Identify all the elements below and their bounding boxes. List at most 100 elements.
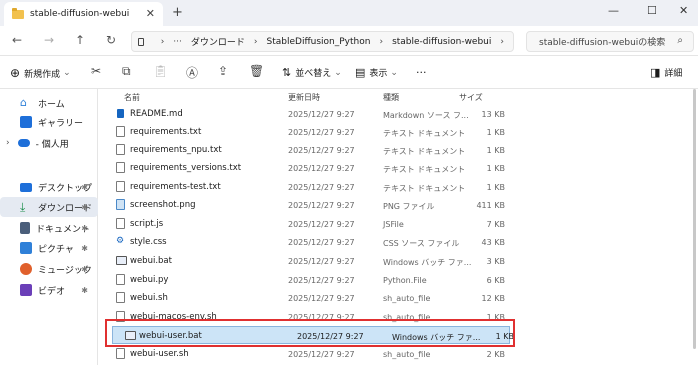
- file-type: PNG ファイル: [383, 202, 435, 211]
- plus-circle-icon: ⊕: [10, 66, 21, 80]
- cut-icon[interactable]: ✂: [91, 64, 101, 78]
- folder-icon: [12, 7, 24, 19]
- close-window-button[interactable]: ✕: [679, 4, 688, 17]
- chevron-down-icon: ⌄: [390, 67, 398, 78]
- view-button[interactable]: ▤ 表示 ⌄: [355, 66, 398, 79]
- this-pc-icon: [138, 37, 144, 46]
- title-bar: stable-diffusion-webui ✕ + — ☐ ✕: [0, 0, 698, 26]
- breadcrumb-separator: ›: [500, 36, 504, 47]
- breadcrumb[interactable]: › ··· ダウンロード › StableDiffusion_Python › …: [131, 31, 514, 52]
- batch-file-icon: [116, 256, 127, 265]
- desktop-icon: [20, 182, 32, 192]
- breadcrumb-item-stable-diffusion-webui[interactable]: stable-diffusion-webui: [392, 37, 491, 47]
- sidebar-item-documents[interactable]: ドキュメント ✱: [0, 218, 98, 238]
- search-box[interactable]: stable-diffusion-webuiの検索 ⌕: [526, 31, 694, 52]
- download-icon: ⤓: [20, 200, 26, 214]
- column-header-date[interactable]: 更新日時: [288, 92, 320, 106]
- column-header-size[interactable]: サイズ: [459, 92, 483, 106]
- tab-stable-diffusion-webui[interactable]: stable-diffusion-webui ✕: [4, 2, 163, 26]
- expand-icon[interactable]: ›: [6, 138, 10, 148]
- sidebar-item-desktop[interactable]: デスクトップ ✱: [0, 177, 98, 197]
- file-date: 2025/12/27 9:27: [288, 294, 355, 303]
- pin-icon[interactable]: ✱: [81, 244, 88, 253]
- file-row[interactable]: requirements.txt 2025/12/27 9:27 テキスト ドキュメ…: [104, 123, 524, 141]
- file-size: 1 KB: [486, 146, 505, 155]
- address-bar: ← → ↑ ↻ › ··· ダウンロード › StableDiffusion_P…: [0, 26, 698, 56]
- pin-icon[interactable]: ✱: [81, 203, 88, 212]
- file-size: 12 KB: [481, 294, 505, 303]
- forward-button[interactable]: →: [44, 33, 54, 47]
- new-button[interactable]: ⊕ 新規作成 ⌄: [10, 66, 71, 80]
- tab-close-button[interactable]: ✕: [146, 7, 155, 20]
- file-type: JSFile: [383, 220, 404, 229]
- rename-icon[interactable]: Ⓐ: [186, 64, 198, 81]
- more-options-button[interactable]: ···: [416, 66, 427, 79]
- file-type: Python.File: [383, 276, 427, 285]
- sidebar-item-home[interactable]: ⌂ ホーム: [0, 93, 98, 113]
- sidebar-item-label: ギャラリー: [38, 118, 84, 129]
- file-size: 2 KB: [486, 350, 505, 359]
- pin-icon[interactable]: ✱: [81, 224, 88, 233]
- gallery-icon: [20, 116, 32, 128]
- file-row[interactable]: webui.sh 2025/12/27 9:27 sh_auto_file 12 KB: [104, 289, 524, 307]
- paste-icon[interactable]: 📋︎: [153, 64, 168, 78]
- file-row[interactable]: requirements-test.txt 2025/12/27 9:27 テキスト…: [104, 178, 524, 196]
- up-button[interactable]: ↑: [75, 33, 85, 47]
- file-date: 2025/12/27 9:27: [288, 220, 355, 229]
- new-button-label: 新規作成: [24, 69, 61, 80]
- maximize-button[interactable]: ☐: [647, 4, 657, 17]
- sort-button[interactable]: ⇅ 並べ替え ⌄: [282, 66, 342, 79]
- sidebar-item-music[interactable]: ミュージック ✱: [0, 259, 98, 279]
- file-name: screenshot.png: [130, 200, 196, 210]
- column-header-name[interactable]: 名前: [124, 92, 140, 106]
- sidebar-item-label: ピクチャ: [38, 244, 74, 255]
- file-row[interactable]: webui-user.sh 2025/12/27 9:27 sh_auto_file…: [104, 345, 524, 363]
- breadcrumb-item-downloads[interactable]: ダウンロード: [191, 35, 245, 48]
- file-type: sh_auto_file: [383, 350, 431, 359]
- vertical-scrollbar[interactable]: [693, 89, 696, 349]
- file-icon: [116, 218, 125, 229]
- onedrive-icon: [17, 139, 30, 147]
- breadcrumb-separator: ›: [253, 36, 258, 47]
- file-size: 6 KB: [486, 276, 505, 285]
- back-button[interactable]: ←: [12, 33, 22, 47]
- refresh-button[interactable]: ↻: [106, 33, 116, 47]
- delete-icon[interactable]: 🗑︎: [249, 64, 264, 78]
- tab-title: stable-diffusion-webui: [30, 9, 130, 19]
- file-row[interactable]: webui.py 2025/12/27 9:27 Python.File 6 KB: [104, 271, 524, 289]
- file-date: 2025/12/27 9:27: [288, 146, 355, 155]
- file-type: CSS ソース ファイル: [383, 239, 460, 248]
- file-type: テキスト ドキュメント: [383, 129, 466, 138]
- breadcrumb-item-stablediffusion-python[interactable]: StableDiffusion_Python: [267, 37, 371, 47]
- file-name: requirements_npu.txt: [130, 145, 222, 155]
- file-row[interactable]: README.md 2025/12/27 9:27 Markdown ソース フ..…: [104, 105, 524, 123]
- sidebar-item-personal[interactable]: › - 個人用: [0, 133, 98, 153]
- file-row[interactable]: webui.bat 2025/12/27 9:27 Windows バッチ ファ..…: [104, 252, 524, 270]
- sidebar-item-gallery[interactable]: ギャラリー: [0, 112, 98, 132]
- file-row[interactable]: ⚙ style.css 2025/12/27 9:27 CSS ソース ファイル 43 …: [104, 233, 524, 251]
- details-pane-button[interactable]: ◨ 詳細: [650, 66, 682, 79]
- sidebar-item-videos[interactable]: ビデオ ✱: [0, 280, 98, 300]
- file-type: Markdown ソース フ...: [383, 111, 469, 120]
- sidebar-item-downloads[interactable]: ⤓ ダウンロード ✱: [0, 197, 98, 217]
- copy-icon[interactable]: ⧉: [122, 64, 131, 79]
- minimize-button[interactable]: —: [608, 4, 619, 17]
- documents-icon: [20, 222, 30, 234]
- pin-icon[interactable]: ✱: [81, 286, 88, 295]
- sidebar-item-pictures[interactable]: ピクチャ ✱: [0, 238, 98, 258]
- file-icon: [116, 144, 125, 155]
- file-row[interactable]: requirements_npu.txt 2025/12/27 9:27 テキスト …: [104, 141, 524, 159]
- file-icon: [116, 348, 125, 359]
- pin-icon[interactable]: ✱: [81, 183, 88, 192]
- share-icon[interactable]: ⇪: [218, 64, 228, 78]
- file-row[interactable]: requirements_versions.txt 2025/12/27 9:27…: [104, 159, 524, 177]
- file-name: webui.bat: [130, 256, 172, 266]
- sidebar-item-label: - 個人用: [35, 139, 69, 150]
- column-header-type[interactable]: 種類: [383, 92, 399, 106]
- file-row[interactable]: screenshot.png 2025/12/27 9:27 PNG ファイル 411…: [104, 196, 524, 214]
- new-tab-button[interactable]: +: [172, 5, 183, 20]
- video-icon: [20, 284, 32, 296]
- search-input[interactable]: stable-diffusion-webuiの検索: [539, 35, 665, 48]
- file-row[interactable]: script.js 2025/12/27 9:27 JSFile 7 KB: [104, 215, 524, 233]
- pin-icon[interactable]: ✱: [81, 265, 88, 274]
